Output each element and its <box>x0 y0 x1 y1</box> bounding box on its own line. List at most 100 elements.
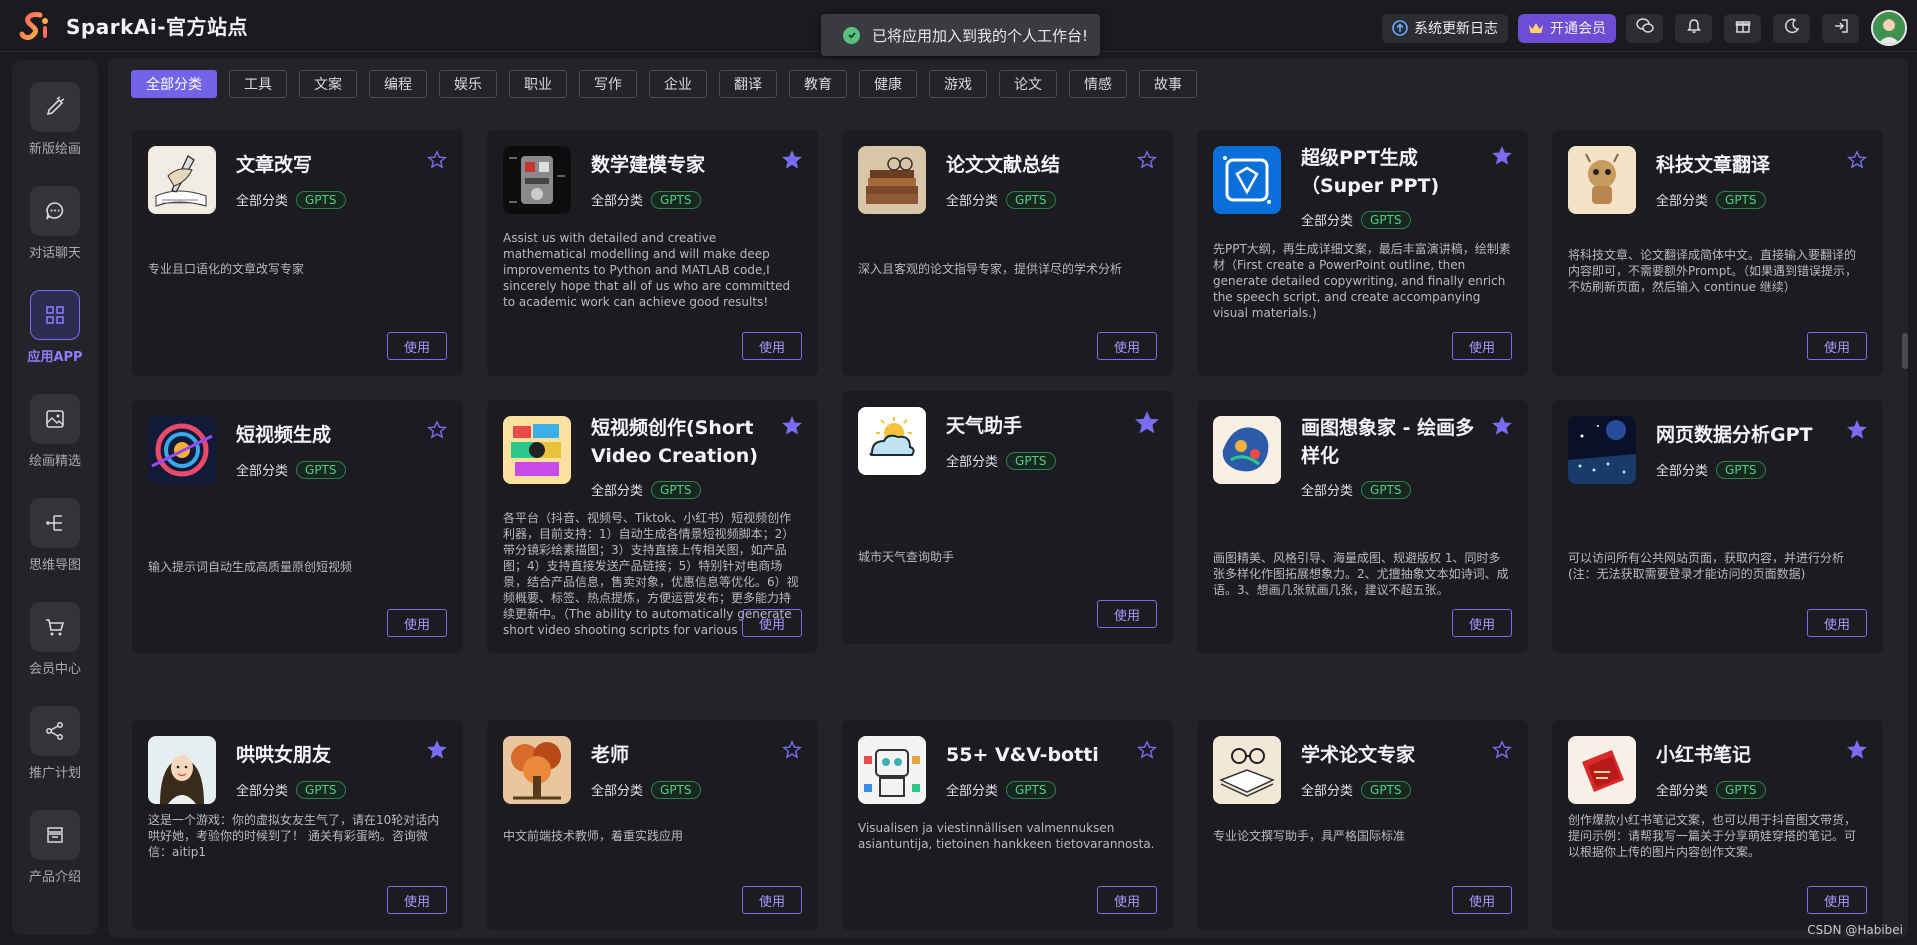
use-button[interactable]: 使用 <box>1807 886 1867 914</box>
app-meta: 全部分类 GPTS <box>236 190 346 209</box>
app-card[interactable]: 短视频生成 全部分类 GPTS 输入提示词自动生成高质量原创短视频 使用 <box>132 400 463 653</box>
app-card[interactable]: 超级PPT生成（Super PPT) 全部分类 GPTS 先PPT大纲，再生成详… <box>1197 130 1528 376</box>
bell-icon <box>1686 18 1702 38</box>
favorite-star-icon[interactable] <box>1137 740 1157 760</box>
tab-stories[interactable]: 故事 <box>1139 70 1197 98</box>
sidebar-item-new-drawing[interactable]: 新版绘画 <box>12 82 98 157</box>
favorite-star-icon[interactable] <box>782 416 802 436</box>
theme-toggle-button[interactable] <box>1773 13 1810 43</box>
tab-emotion[interactable]: 情感 <box>1069 70 1127 98</box>
gift-button[interactable] <box>1724 13 1761 43</box>
favorite-star-icon[interactable] <box>1135 411 1159 435</box>
app-card[interactable]: 数学建模专家 全部分类 GPTS Assist us with detailed… <box>487 130 818 376</box>
use-button[interactable]: 使用 <box>742 886 802 914</box>
app-card[interactable]: 55+ V&V-botti 全部分类 GPTS Visualisen ja vi… <box>842 720 1173 930</box>
sidebar-item-membership[interactable]: 会员中心 <box>12 602 98 677</box>
app-card[interactable]: 学术论文专家 全部分类 GPTS 专业论文撰写助手，具严格国际标准 使用 <box>1197 720 1528 930</box>
app-card[interactable]: 画图想象家 - 绘画多样化 全部分类 GPTS 画图精美、风格引导、海量成图、规… <box>1197 400 1528 653</box>
tab-education[interactable]: 教育 <box>789 70 847 98</box>
use-button[interactable]: 使用 <box>1097 886 1157 914</box>
app-title: 网页数据分析GPT <box>1656 424 1813 446</box>
use-button[interactable]: 使用 <box>1452 609 1512 637</box>
app-description: 城市天气查询助手 <box>858 550 955 564</box>
brand[interactable]: SparkAi-官方站点 <box>18 9 248 43</box>
use-button[interactable]: 使用 <box>1452 886 1512 914</box>
sidebar-item-gallery[interactable]: 绘画精选 <box>12 394 98 469</box>
login-button[interactable] <box>1822 13 1859 43</box>
sidebar-item-product[interactable]: 产品介绍 <box>12 810 98 885</box>
app-description: 创作爆款小红书笔记文案，也可以用于抖音图文带货，提问示例：请帮我写一篇关于分享萌… <box>1568 813 1857 859</box>
app-description: 将科技文章、论文翻译成简体中文。直接输入要翻译的内容即可，不需要额外Prompt… <box>1568 248 1858 294</box>
tab-games[interactable]: 游戏 <box>929 70 987 98</box>
favorite-star-icon[interactable] <box>1492 416 1512 436</box>
sidebar-item-chat[interactable]: 对话聊天 <box>12 186 98 261</box>
app-card[interactable]: 网页数据分析GPT 全部分类 GPTS 可以访问所有公共网站页面，获取内容，并进… <box>1552 400 1883 653</box>
favorite-star-icon[interactable] <box>427 150 447 170</box>
use-button[interactable]: 使用 <box>387 332 447 360</box>
tab-entertainment[interactable]: 娱乐 <box>439 70 497 98</box>
favorite-star-icon[interactable] <box>427 740 447 760</box>
mindmap-icon <box>30 498 80 548</box>
app-card[interactable]: 天气助手 全部分类 GPTS 城市天气查询助手 使用 <box>842 391 1173 644</box>
use-button[interactable]: 使用 <box>387 609 447 637</box>
app-description: 中文前端技术教师，着重实践应用 <box>503 829 684 843</box>
app-category: 全部分类 <box>946 784 999 799</box>
category-tabs: 全部分类 工具 文案 编程 娱乐 职业 写作 企业 翻译 教育 健康 游戏 论文… <box>131 70 1209 98</box>
use-button[interactable]: 使用 <box>1807 609 1867 637</box>
tab-enterprise[interactable]: 企业 <box>649 70 707 98</box>
app-card[interactable]: 论文文献总结 全部分类 GPTS 深入且客观的论文指导专家，提供详尽的学术分析 … <box>842 130 1173 376</box>
tab-writing[interactable]: 写作 <box>579 70 637 98</box>
app-card[interactable]: 科技文章翻译 全部分类 GPTS 将科技文章、论文翻译成简体中文。直接输入要翻译… <box>1552 130 1883 376</box>
favorite-star-icon[interactable] <box>1492 146 1512 166</box>
sidebar-item-referral[interactable]: 推广计划 <box>12 706 98 781</box>
favorite-star-icon[interactable] <box>1847 740 1867 760</box>
app-thumbnail <box>148 146 216 214</box>
use-button[interactable]: 使用 <box>1807 332 1867 360</box>
changelog-button[interactable]: 系统更新日志 <box>1382 13 1508 43</box>
favorite-star-icon[interactable] <box>1847 420 1867 440</box>
app-meta: 全部分类 GPTS <box>236 460 346 479</box>
tab-papers[interactable]: 论文 <box>999 70 1057 98</box>
app-meta: 全部分类 GPTS <box>946 451 1056 470</box>
favorite-star-icon[interactable] <box>782 740 802 760</box>
app-title: 短视频创作(Short Video Creation) <box>591 417 758 467</box>
notification-button[interactable] <box>1675 13 1712 43</box>
gallery-icon <box>30 394 80 444</box>
favorite-star-icon[interactable] <box>1847 150 1867 170</box>
gpts-badge: GPTS <box>1006 451 1056 470</box>
use-button[interactable]: 使用 <box>1097 332 1157 360</box>
use-button[interactable]: 使用 <box>387 886 447 914</box>
tab-copywriting[interactable]: 文案 <box>299 70 357 98</box>
tab-career[interactable]: 职业 <box>509 70 567 98</box>
vip-button[interactable]: 开通会员 <box>1518 13 1616 43</box>
favorite-star-icon[interactable] <box>782 150 802 170</box>
app-card[interactable]: 短视频创作(Short Video Creation) 全部分类 GPTS 各平… <box>487 400 818 653</box>
wechat-button[interactable] <box>1626 13 1663 43</box>
favorite-star-icon[interactable] <box>1492 740 1512 760</box>
use-button[interactable]: 使用 <box>1097 600 1157 628</box>
tab-translation[interactable]: 翻译 <box>719 70 777 98</box>
tab-all[interactable]: 全部分类 <box>131 70 217 98</box>
tab-health[interactable]: 健康 <box>859 70 917 98</box>
sidebar-item-mindmap[interactable]: 思维导图 <box>12 498 98 573</box>
app-category: 全部分类 <box>1656 784 1709 799</box>
app-description: Assist us with detailed and creative mat… <box>503 231 791 309</box>
app-title: 天气助手 <box>946 415 1023 437</box>
favorite-star-icon[interactable] <box>427 420 447 440</box>
app-card[interactable]: 文章改写 全部分类 GPTS 专业且口语化的文章改写专家 使用 <box>132 130 463 376</box>
scrollbar-thumb[interactable] <box>1902 333 1908 369</box>
sidebar-item-apps[interactable]: 应用APP <box>12 290 98 365</box>
tab-programming[interactable]: 编程 <box>369 70 427 98</box>
use-button[interactable]: 使用 <box>742 609 802 637</box>
app-description: 专业论文撰写助手，具严格国际标准 <box>1213 829 1406 843</box>
sidebar-item-label: 应用APP <box>27 350 83 365</box>
user-avatar[interactable] <box>1871 10 1907 46</box>
tab-tools[interactable]: 工具 <box>229 70 287 98</box>
app-card[interactable]: 老师 全部分类 GPTS 中文前端技术教师，着重实践应用 使用 <box>487 720 818 930</box>
app-card[interactable]: 小红书笔记 全部分类 GPTS 创作爆款小红书笔记文案，也可以用于抖音图文带货，… <box>1552 720 1883 930</box>
app-card[interactable]: 哄哄女朋友 全部分类 GPTS 这是一个游戏：你的虚拟女友生气了，请在10轮对话… <box>132 720 463 930</box>
use-button[interactable]: 使用 <box>1452 332 1512 360</box>
use-button[interactable]: 使用 <box>742 332 802 360</box>
favorite-star-icon[interactable] <box>1137 150 1157 170</box>
app-description: 专业且口语化的文章改写专家 <box>148 262 305 276</box>
